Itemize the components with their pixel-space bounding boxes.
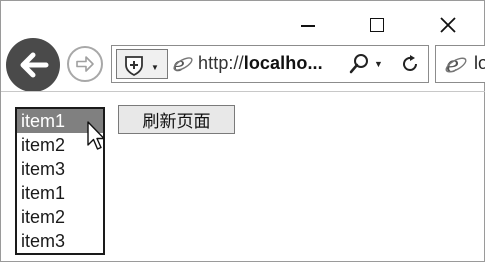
tab-localhost[interactable]: e lo xyxy=(435,45,485,83)
shield-plus-icon xyxy=(125,56,143,76)
forward-button[interactable] xyxy=(67,46,103,82)
browser-window: ▼ e http://localho... ▼ e lo item1 item2… xyxy=(0,0,485,262)
maximize-icon xyxy=(370,18,384,32)
back-arrow-icon xyxy=(20,52,49,78)
close-icon xyxy=(440,17,456,33)
address-dropdown-icon[interactable]: ▼ xyxy=(374,59,383,69)
back-button[interactable] xyxy=(6,38,60,92)
url-host: localho... xyxy=(243,53,323,73)
list-item[interactable]: item3 xyxy=(17,157,103,181)
mouse-pointer-icon xyxy=(87,121,107,158)
maximize-button[interactable] xyxy=(363,11,391,39)
refresh-page-button[interactable]: 刷新页面 xyxy=(118,105,235,134)
close-button[interactable] xyxy=(434,11,462,39)
chevron-down-icon: ▼ xyxy=(151,63,159,72)
ie-logo-icon: e xyxy=(444,53,468,82)
list-item[interactable]: item3 xyxy=(17,229,103,253)
tab-title: lo xyxy=(474,53,485,73)
url-scheme: http:// xyxy=(198,53,244,73)
toolbar-divider xyxy=(1,91,485,92)
list-item[interactable]: item1 xyxy=(17,181,103,205)
list-item[interactable]: item2 xyxy=(17,205,103,229)
search-icon[interactable] xyxy=(348,52,370,81)
refresh-icon[interactable] xyxy=(399,52,421,81)
address-bar[interactable]: ▼ e http://localho... ▼ xyxy=(111,45,429,83)
ie-logo-icon: e xyxy=(172,52,194,80)
svg-text:e: e xyxy=(173,53,185,75)
minimize-button[interactable] xyxy=(294,11,322,39)
forward-arrow-icon xyxy=(76,56,94,72)
url-text: http://localho... xyxy=(198,53,323,74)
security-button[interactable]: ▼ xyxy=(116,49,168,79)
minimize-icon xyxy=(301,25,315,27)
